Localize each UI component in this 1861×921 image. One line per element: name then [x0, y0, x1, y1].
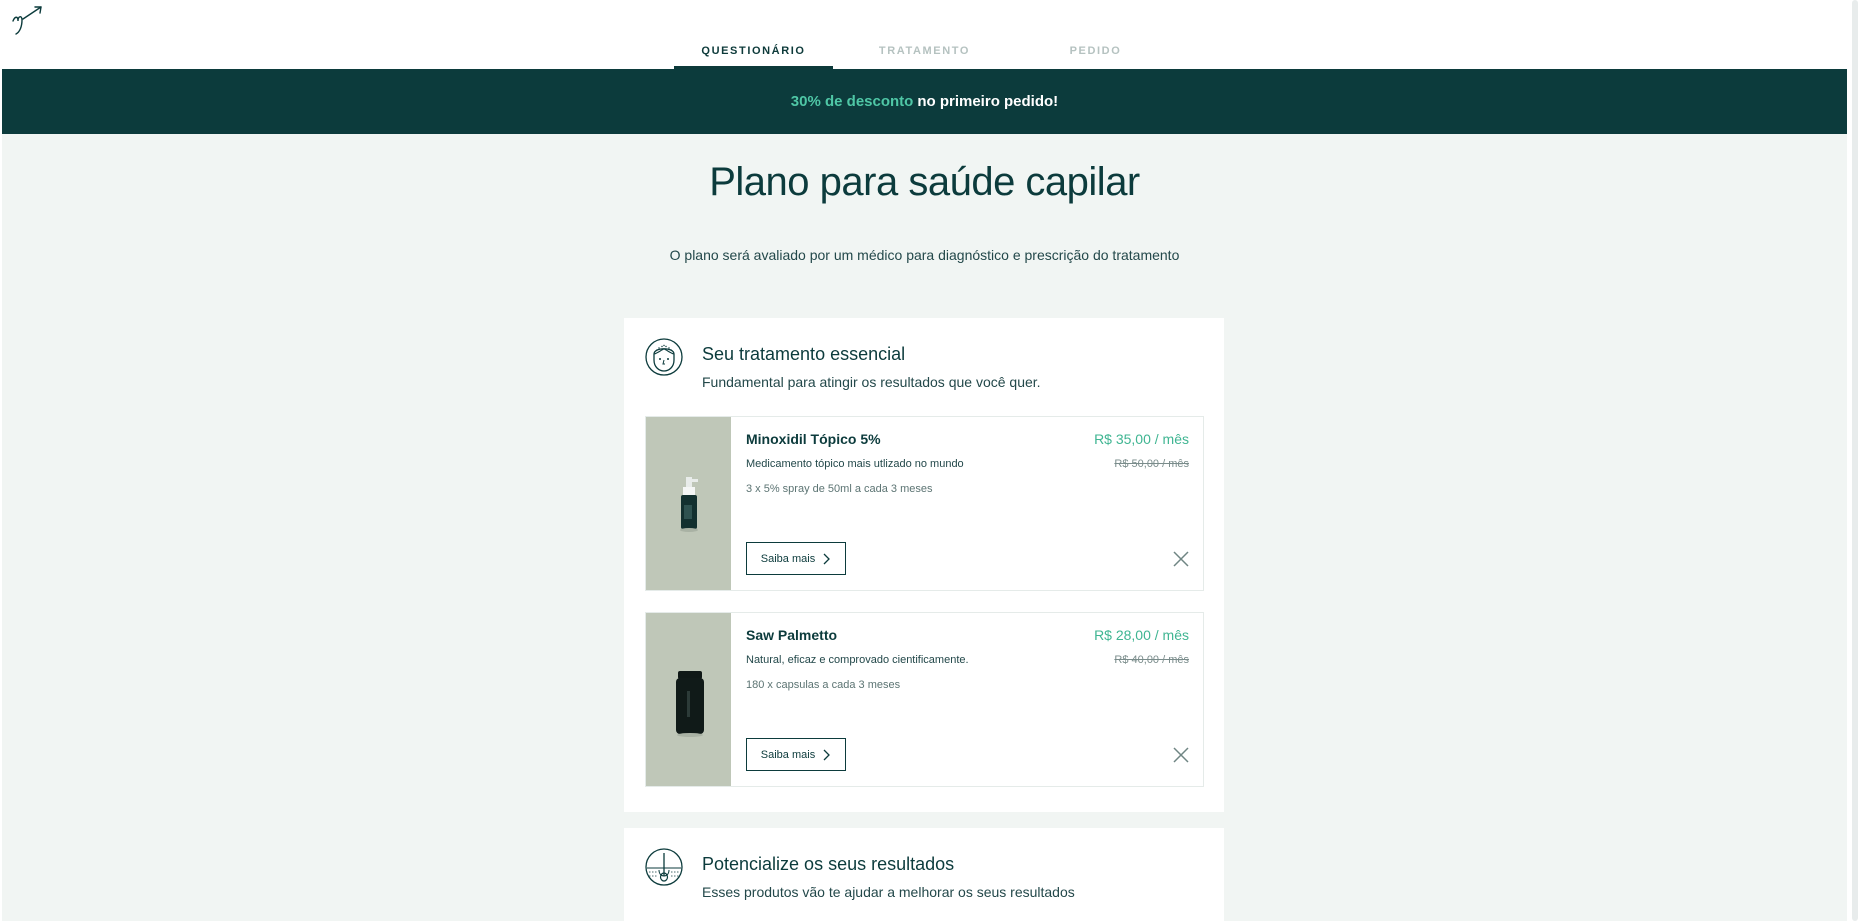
product-price: R$ 35,00 / mês [1094, 431, 1189, 447]
tab-tratamento[interactable]: TRATAMENTO [845, 0, 1004, 69]
section-subtitle: Fundamental para atingir os resultados q… [702, 374, 1041, 390]
saiba-mais-button[interactable]: Saiba mais [746, 738, 846, 771]
promo-highlight: 30% de desconto [790, 93, 914, 110]
scrollbar-thumb[interactable] [1852, 0, 1858, 921]
top-navigation: QUESTIONÁRIO TRATAMENTO PEDIDO [0, 0, 1861, 69]
product-price: R$ 28,00 / mês [1094, 627, 1189, 643]
product-name: Minoxidil Tópico 5% [746, 431, 881, 447]
product-old-price: R$ 40,00 / mês [1114, 654, 1189, 666]
promo-banner: 30% de desconto no primeiro pedido! [2, 69, 1847, 134]
product-name: Saw Palmetto [746, 627, 838, 643]
product-description: Medicamento tópico mais utlizado no mund… [746, 458, 964, 470]
section-title: Seu tratamento essencial [702, 344, 906, 364]
product-card-minoxidil: Minoxidil Tópico 5% Medicamento tópico m… [645, 416, 1204, 591]
product-image-capsules [646, 613, 731, 786]
hair-follicle-icon [645, 848, 683, 886]
page-title: Plano para saúde capilar [709, 160, 1140, 204]
brand-logo[interactable] [10, 4, 46, 36]
saiba-mais-label: Saiba mais [760, 748, 816, 761]
close-icon[interactable] [1173, 747, 1189, 763]
boost-results-section: Potencialize os seus resultados Esses pr… [624, 828, 1224, 921]
chevron-right-icon [823, 749, 831, 760]
main-content: Plano para saúde capilar O plano será av… [2, 134, 1847, 921]
section-subtitle: Esses produtos vão te ajudar a melhorar … [702, 884, 1075, 900]
product-image-spray [646, 417, 731, 590]
saiba-mais-button[interactable]: Saiba mais [746, 542, 846, 575]
face-icon [645, 338, 683, 376]
capsule-jar-image [676, 671, 704, 737]
section-title: Potencialize os seus resultados [702, 854, 955, 874]
saiba-mais-label: Saiba mais [760, 552, 816, 565]
close-icon[interactable] [1173, 551, 1189, 567]
product-quantity: 3 x 5% spray de 50ml a cada 3 meses [746, 483, 933, 495]
tab-pedido[interactable]: PEDIDO [1016, 0, 1175, 69]
promo-text: no primeiro pedido! [917, 93, 1059, 110]
progress-tabs: QUESTIONÁRIO TRATAMENTO PEDIDO [674, 0, 1175, 69]
tab-questionario[interactable]: QUESTIONÁRIO [674, 0, 833, 69]
product-old-price: R$ 50,00 / mês [1114, 458, 1189, 470]
page-scrollbar[interactable] [1849, 0, 1861, 921]
product-quantity: 180 x capsulas a cada 3 meses [746, 679, 901, 691]
essential-treatment-section: Seu tratamento essencial Fundamental par… [624, 318, 1224, 812]
chevron-right-icon [823, 553, 831, 564]
product-description: Natural, eficaz e comprovado cientificam… [746, 654, 969, 666]
product-card-saw-palmetto: Saw Palmetto Natural, eficaz e comprovad… [645, 612, 1204, 787]
page-subtitle: O plano será avaliado por um médico para… [669, 247, 1180, 263]
spray-bottle-image [680, 477, 698, 532]
